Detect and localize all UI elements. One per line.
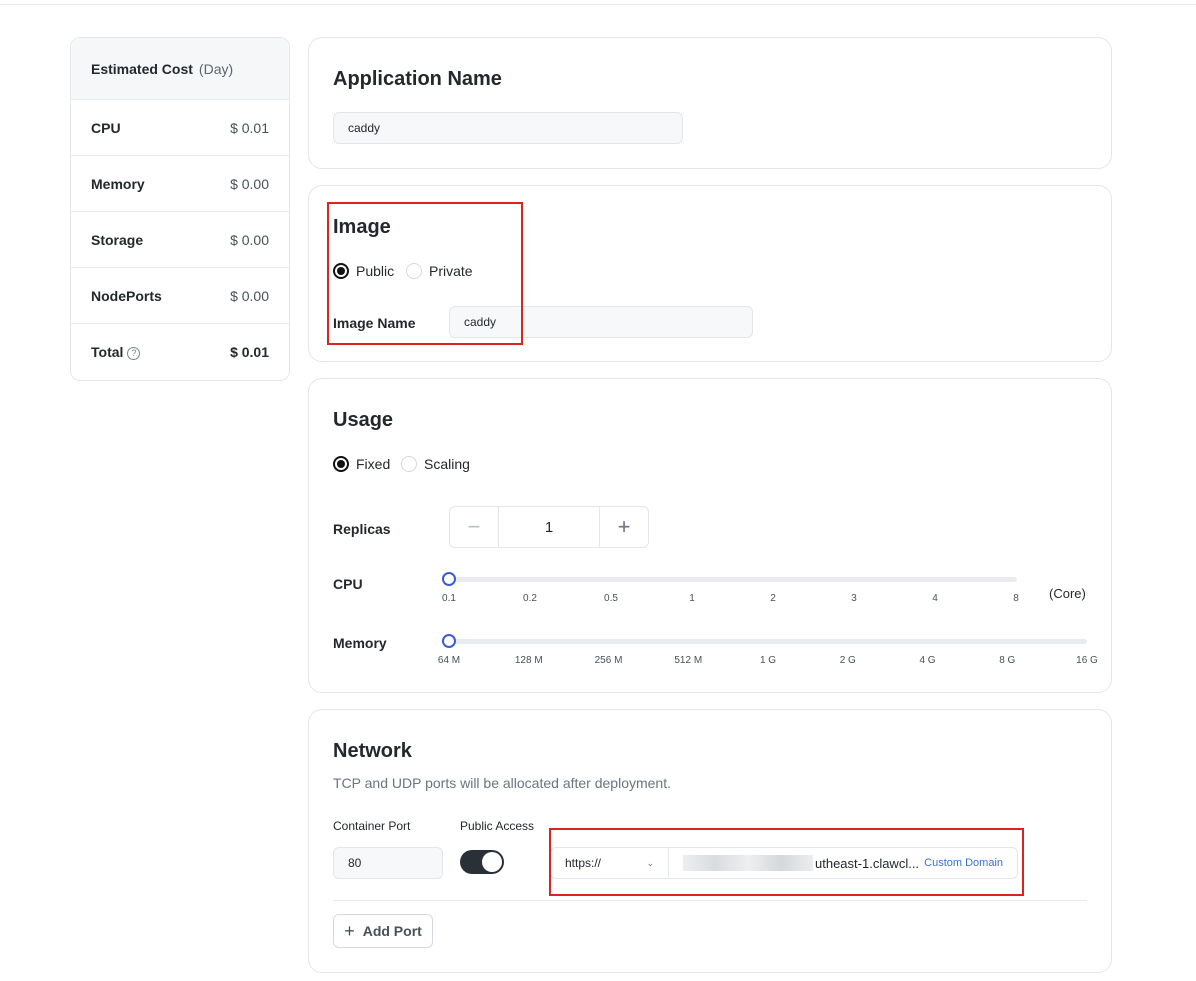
slider-tick-label[interactable]: 128 M — [515, 655, 543, 666]
cost-row-total: Total? $ 0.01 — [71, 324, 289, 380]
radio-label: Scaling — [424, 456, 470, 472]
total-value: $ 0.01 — [230, 344, 269, 360]
slider-tick-label[interactable]: 4 G — [919, 655, 935, 666]
cost-label: NodePorts — [91, 287, 162, 304]
memory-label: Memory — [333, 635, 387, 651]
replicas-label: Replicas — [333, 521, 391, 537]
radio-indicator — [401, 456, 417, 472]
highlight-box — [327, 202, 523, 345]
container-port-label: Container Port — [333, 819, 411, 833]
slider-tick-label[interactable]: 16 G — [1076, 655, 1098, 666]
usage-title: Usage — [333, 409, 394, 431]
slider-tick-label[interactable]: 64 M — [438, 655, 460, 666]
total-label: Total — [91, 344, 124, 360]
application-name-card: Application Name caddy — [308, 37, 1112, 169]
slider-tick-label[interactable]: 1 — [689, 593, 695, 604]
slider-tick-label[interactable]: 8 G — [999, 655, 1015, 666]
cost-value: $ 0.00 — [230, 175, 269, 192]
memory-slider-track[interactable] — [449, 639, 1087, 644]
memory-slider-thumb[interactable] — [442, 634, 456, 648]
replicas-value[interactable]: 1 — [498, 507, 600, 547]
application-name-input[interactable]: caddy — [333, 112, 683, 144]
cost-row-cpu: CPU $ 0.01 — [71, 100, 289, 156]
application-name-title: Application Name — [333, 68, 502, 90]
usage-card: Usage Fixed Scaling Replicas − 1 + CPU 0… — [308, 378, 1112, 693]
slider-tick-label[interactable]: 2 — [770, 593, 776, 604]
replicas-stepper: − 1 + — [449, 506, 649, 548]
decrement-button[interactable]: − — [450, 507, 498, 547]
slider-tick-label[interactable]: 4 — [932, 593, 938, 604]
total-label-group: Total? — [91, 344, 141, 360]
cost-row-storage: Storage $ 0.00 — [71, 212, 289, 268]
cost-label: Memory — [91, 175, 145, 192]
estimated-cost-period: (Day) — [198, 60, 234, 77]
cost-value: $ 0.00 — [230, 231, 269, 248]
cpu-label: CPU — [333, 576, 363, 592]
radio-selected-indicator — [333, 456, 349, 472]
highlight-box — [549, 828, 1024, 896]
cost-row-nodeports: NodePorts $ 0.00 — [71, 268, 289, 324]
cost-label: CPU — [91, 119, 121, 136]
container-port-input[interactable]: 80 — [333, 847, 443, 879]
public-access-toggle[interactable] — [460, 850, 504, 874]
network-subtitle: TCP and UDP ports will be allocated afte… — [333, 775, 671, 791]
cost-label: Storage — [91, 231, 144, 248]
cost-value: $ 0.00 — [230, 287, 269, 304]
slider-tick-label[interactable]: 8 — [1013, 593, 1019, 604]
slider-tick-label[interactable]: 2 G — [840, 655, 856, 666]
slider-tick-label[interactable]: 0.2 — [523, 593, 537, 604]
plus-icon: + — [344, 920, 355, 941]
estimated-cost-panel: Estimated Cost (Day) CPU $ 0.01 Memory $… — [70, 37, 290, 381]
network-divider — [333, 900, 1087, 901]
usage-scaling-radio[interactable]: Scaling — [401, 456, 470, 472]
network-title: Network — [333, 740, 412, 762]
cpu-slider-track[interactable] — [449, 577, 1017, 582]
cpu-unit-label: (Core) — [1049, 586, 1086, 601]
network-card: Network TCP and UDP ports will be alloca… — [308, 709, 1112, 973]
add-port-label: Add Port — [362, 923, 422, 939]
slider-tick-label[interactable]: 256 M — [595, 655, 623, 666]
slider-tick-label[interactable]: 3 — [851, 593, 857, 604]
image-card: Image Public Private Image Name caddy — [308, 185, 1112, 362]
increment-button[interactable]: + — [600, 507, 648, 547]
cpu-slider-thumb[interactable] — [442, 572, 456, 586]
estimated-cost-title: Estimated Cost — [91, 60, 193, 77]
add-port-button[interactable]: + Add Port — [333, 914, 433, 948]
usage-fixed-radio[interactable]: Fixed — [333, 456, 390, 472]
public-access-label: Public Access — [460, 819, 535, 833]
slider-tick-label[interactable]: 1 G — [760, 655, 776, 666]
slider-tick-label[interactable]: 0.1 — [442, 593, 456, 604]
slider-tick-label[interactable]: 0.5 — [604, 593, 618, 604]
slider-tick-label[interactable]: 512 M — [674, 655, 702, 666]
cost-value: $ 0.01 — [230, 119, 269, 136]
radio-label: Fixed — [356, 456, 391, 472]
cost-row-memory: Memory $ 0.00 — [71, 156, 289, 212]
estimated-cost-header: Estimated Cost (Day) — [71, 38, 289, 100]
top-divider — [0, 4, 1196, 5]
question-circle-icon[interactable]: ? — [127, 346, 141, 360]
